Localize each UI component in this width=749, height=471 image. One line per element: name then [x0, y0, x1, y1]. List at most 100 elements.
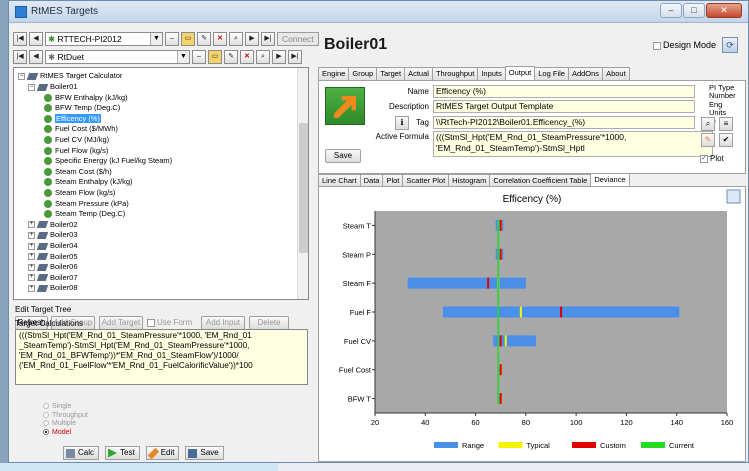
tag-label: Tag: [416, 118, 429, 127]
chevron-down-icon: ▼: [150, 33, 162, 45]
edit-button[interactable]: Edit: [145, 446, 180, 460]
scrollbar-thumb[interactable]: [299, 123, 308, 253]
tree-leaf[interactable]: Fuel Flow (kg/s): [44, 145, 108, 156]
tree-node[interactable]: + Boiler02: [28, 219, 78, 230]
minimize-button[interactable]: –: [660, 3, 682, 18]
expand-icon[interactable]: +: [28, 221, 35, 229]
test-button[interactable]: Test: [105, 446, 140, 460]
delete-icon[interactable]: ✕: [213, 32, 227, 46]
tab-log-file[interactable]: Log File: [534, 67, 569, 80]
folder-icon[interactable]: ▭: [208, 50, 222, 64]
tree-node[interactable]: + Boiler06: [28, 261, 78, 272]
plot-checkbox[interactable]: ✓ Plot: [700, 154, 724, 163]
target-calc-text[interactable]: (((StmSl_Hpt('EM_Rnd_01_SteamPressure'*1…: [15, 329, 308, 385]
database-combo[interactable]: ✱ RtDuet ▼: [45, 50, 190, 64]
tree-leaf[interactable]: Steam Cost ($/h): [44, 166, 112, 177]
list-icon[interactable]: ≡: [719, 117, 733, 131]
tree-leaf[interactable]: Steam Temp (Deg.C): [44, 208, 125, 219]
tree-leaf[interactable]: Steam Pressure (kPa): [44, 198, 129, 209]
tab-output[interactable]: Output: [504, 66, 536, 80]
tree-leaf[interactable]: Specific Energy (kJ Fuel/kg Steam): [44, 155, 172, 166]
last-icon[interactable]: ▶|: [288, 50, 302, 64]
expand-icon[interactable]: +: [28, 231, 35, 239]
tree-leaf[interactable]: BFW Temp (Deg.C): [44, 102, 120, 113]
tab-about[interactable]: About: [602, 67, 630, 80]
tree-leaf[interactable]: Fuel CV (MJ/kg): [44, 134, 109, 145]
collapse-icon[interactable]: −: [18, 72, 25, 80]
delete-icon[interactable]: ✕: [240, 50, 254, 64]
pencil-icon[interactable]: ✎: [701, 133, 715, 147]
active-formula-field[interactable]: (((StmSl_Hpt('EM_Rnd_01_SteamPressure'*1…: [433, 131, 713, 157]
tree-node[interactable]: + Boiler03: [28, 229, 78, 240]
tree-leaf[interactable]: Efficency (%): [44, 113, 102, 124]
add-input-button[interactable]: Add Input: [201, 316, 245, 330]
tab-actual[interactable]: Actual: [404, 67, 433, 80]
first-icon[interactable]: |◀: [13, 50, 27, 64]
maximize-button[interactable]: □: [683, 3, 705, 18]
output-save-button[interactable]: Save: [325, 149, 361, 163]
tree-node[interactable]: − Boiler01: [28, 81, 78, 92]
last-icon[interactable]: ▶|: [261, 32, 275, 46]
server-combo[interactable]: ✱ RTTECH-PI2012 ▼: [45, 32, 163, 46]
edit-icon[interactable]: ✎: [224, 50, 238, 64]
tree-leaf[interactable]: Steam Flow (kg/s): [44, 187, 115, 198]
mode-radio-throughput[interactable]: Throughput: [43, 412, 88, 421]
first-icon[interactable]: |◀: [13, 32, 27, 46]
find-icon[interactable]: ⌕: [256, 50, 270, 64]
target-tree[interactable]: − RtMES Target Calculator − Boiler01 BFW En…: [13, 67, 309, 300]
find-icon[interactable]: ⌕: [229, 32, 243, 46]
design-mode-checkbox[interactable]: Design Mode: [652, 40, 716, 50]
expand-icon[interactable]: +: [28, 253, 35, 261]
tree-leaf[interactable]: BFW Enthalpy (kJ/kg): [44, 92, 128, 103]
folder-icon[interactable]: ▭: [181, 32, 195, 46]
mode-radio-multiple[interactable]: Multiple: [43, 420, 88, 429]
use-form-checkbox[interactable]: Use Form: [147, 318, 192, 327]
tab-engine[interactable]: Engine: [318, 67, 350, 80]
prev-icon[interactable]: ◀: [29, 50, 43, 64]
tree-leaf[interactable]: Fuel Cost ($/MWh): [44, 123, 118, 134]
y-tick-label: Steam F: [343, 279, 372, 288]
minus-icon[interactable]: –: [165, 32, 179, 46]
tree-node[interactable]: + Boiler08: [28, 282, 78, 293]
tab-addons[interactable]: AddOns: [567, 67, 604, 80]
mode-radio-single[interactable]: Single: [43, 403, 88, 412]
next-icon[interactable]: ▶: [272, 50, 286, 64]
add-target-button[interactable]: Add Target: [99, 316, 143, 330]
minus-icon[interactable]: –: [192, 50, 206, 64]
expand-icon[interactable]: +: [28, 274, 35, 282]
tab-throughput[interactable]: Throughput: [431, 67, 479, 80]
tab-target[interactable]: Target: [376, 67, 406, 80]
x-tick-label: 80: [522, 418, 530, 427]
tree-leaf[interactable]: Steam Enthalpy (kJ/kg): [44, 176, 133, 187]
edit-icon[interactable]: ✎: [197, 32, 211, 46]
tab-group[interactable]: Group: [348, 67, 378, 80]
name-field[interactable]: Efficency (%): [433, 85, 695, 98]
calc-label: Calc: [78, 448, 95, 457]
prev-icon[interactable]: ◀: [29, 32, 43, 46]
check-icon[interactable]: ✔: [719, 133, 733, 147]
refresh-icon[interactable]: ⟳: [722, 37, 738, 53]
expand-icon[interactable]: +: [28, 263, 35, 271]
mode-radio-model[interactable]: Model: [43, 429, 88, 438]
info-icon[interactable]: ℹ: [395, 116, 409, 130]
expand-icon[interactable]: +: [28, 242, 35, 250]
tree-root[interactable]: − RtMES Target Calculator: [18, 70, 122, 81]
delete-button[interactable]: Delete: [249, 316, 289, 330]
tree-node[interactable]: + Boiler04: [28, 240, 78, 251]
target-icon: [44, 114, 52, 123]
description-field[interactable]: RtMES Target Output Template: [433, 100, 695, 113]
expand-icon[interactable]: +: [28, 284, 35, 292]
search-icon[interactable]: ⌕: [701, 117, 715, 131]
connect-button[interactable]: Connect: [277, 32, 319, 46]
chart-tab-deviance[interactable]: Deviance: [590, 173, 630, 187]
collapse-icon[interactable]: −: [28, 83, 35, 91]
calc-button[interactable]: Calc: [63, 446, 100, 460]
next-icon[interactable]: ▶: [245, 32, 259, 46]
tab-inputs[interactable]: Inputs: [477, 67, 506, 80]
save-button[interactable]: Save: [185, 446, 224, 460]
tree-scrollbar[interactable]: [297, 68, 308, 299]
tree-node[interactable]: + Boiler07: [28, 272, 78, 283]
tag-field[interactable]: \\RtTech-PI2012\Boiler01.Efficency_(%): [433, 116, 695, 129]
close-button[interactable]: ✕: [706, 3, 742, 18]
tree-node[interactable]: + Boiler05: [28, 251, 78, 262]
